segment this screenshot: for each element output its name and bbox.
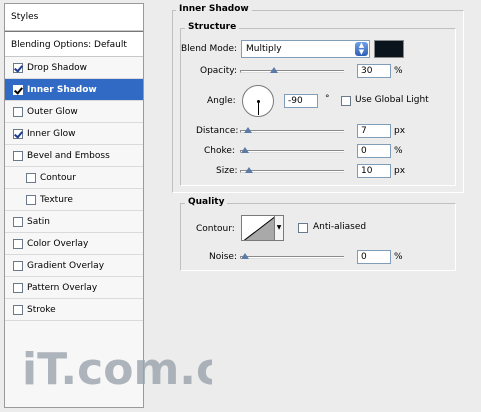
pattern-overlay-checkbox[interactable]	[13, 282, 23, 293]
watermark-text: iT.com.cn	[22, 344, 212, 395]
stroke-checkbox[interactable]	[13, 304, 23, 315]
style-item-bevel-and-emboss[interactable]: Bevel and Emboss	[5, 145, 143, 167]
contour-label: Contour:	[196, 224, 235, 234]
use-global-light-checkbox[interactable]	[341, 96, 351, 106]
outer-glow-checkbox[interactable]	[13, 106, 23, 117]
gradient-overlay-checkbox[interactable]	[13, 260, 23, 271]
blend-mode-select[interactable]: Multiply ▲ ▼	[241, 40, 370, 58]
opacity-slider[interactable]	[240, 67, 344, 73]
distance-input[interactable]: 7	[357, 124, 391, 138]
blend-mode-value: Multiply	[246, 44, 282, 54]
size-unit: px	[394, 166, 406, 176]
style-item-inner-glow[interactable]: Inner Glow	[5, 123, 143, 145]
shadow-color-swatch[interactable]	[374, 40, 404, 58]
watermark-logo-graphic: iT.com.cn	[22, 344, 253, 395]
size-input[interactable]: 10	[357, 164, 391, 178]
size-slider[interactable]	[240, 167, 344, 173]
drop-shadow-checkbox[interactable]	[13, 62, 23, 73]
inner-glow-checkbox[interactable]	[13, 128, 23, 139]
texture-checkbox[interactable]	[26, 194, 36, 205]
contour-checkbox[interactable]	[26, 172, 36, 183]
choke-slider-thumb[interactable]	[241, 147, 249, 153]
color-overlay-checkbox[interactable]	[13, 238, 23, 249]
angle-unit: °	[325, 94, 330, 104]
noise-unit: %	[394, 252, 403, 262]
styles-header-label: Styles	[11, 12, 39, 22]
style-item-label: Bevel and Emboss	[27, 150, 110, 161]
style-item-texture[interactable]: Texture	[5, 189, 143, 211]
style-item-drop-shadow[interactable]: Drop Shadow	[5, 57, 143, 79]
blend-mode-label: Blend Mode:	[181, 44, 238, 54]
style-item-stroke[interactable]: Stroke	[5, 299, 143, 321]
choke-unit: %	[394, 146, 403, 156]
anti-aliased-label: Anti-aliased	[313, 222, 367, 232]
style-item-label: Pattern Overlay	[27, 282, 98, 293]
style-item-color-overlay[interactable]: Color Overlay	[5, 233, 143, 255]
contour-dropdown-button[interactable]: ▼	[274, 215, 284, 241]
noise-input[interactable]: 0	[357, 250, 391, 264]
size-slider-thumb[interactable]	[245, 167, 253, 173]
angle-needle	[258, 101, 259, 115]
distance-slider-thumb[interactable]	[244, 127, 252, 133]
style-item-label: Satin	[27, 216, 50, 227]
size-label: Size:	[216, 166, 238, 176]
style-item-outer-glow[interactable]: Outer Glow	[5, 101, 143, 123]
anti-aliased-checkbox[interactable]	[298, 223, 308, 233]
quality-title: Quality	[185, 197, 228, 207]
styles-header[interactable]: Styles	[5, 4, 143, 31]
style-item-label: Stroke	[27, 304, 56, 315]
distance-label: Distance:	[196, 126, 239, 136]
style-item-contour[interactable]: Contour	[5, 167, 143, 189]
bevel-and-emboss-checkbox[interactable]	[13, 150, 23, 161]
style-item-label: Drop Shadow	[27, 62, 88, 73]
inner-shadow-checkbox[interactable]	[13, 84, 23, 95]
choke-label: Choke:	[204, 146, 235, 156]
structure-title: Structure	[185, 22, 240, 32]
angle-label: Angle:	[207, 96, 236, 106]
angle-input[interactable]: -90	[284, 94, 318, 108]
select-arrows-icon: ▲ ▼	[355, 42, 368, 56]
style-item-satin[interactable]: Satin	[5, 211, 143, 233]
watermark-logo: iT.com.cn	[22, 340, 253, 396]
style-item-label: Gradient Overlay	[27, 260, 105, 271]
style-item-label: Inner Shadow	[27, 84, 97, 95]
contour-preview[interactable]	[241, 215, 275, 241]
style-item-gradient-overlay[interactable]: Gradient Overlay	[5, 255, 143, 277]
style-item-label: Texture	[40, 194, 73, 205]
style-item-inner-shadow[interactable]: Inner Shadow	[5, 79, 143, 101]
style-item-label: Outer Glow	[27, 106, 78, 117]
style-item-label: Inner Glow	[27, 128, 76, 139]
blending-options-item[interactable]: Blending Options: Default	[5, 31, 143, 57]
contour-curve-icon	[243, 216, 274, 240]
inner-shadow-title: Inner Shadow	[176, 4, 252, 14]
distance-slider[interactable]	[240, 127, 344, 133]
noise-slider-thumb[interactable]	[241, 253, 249, 259]
distance-unit: px	[394, 126, 406, 136]
use-global-light-label: Use Global Light	[355, 95, 429, 105]
opacity-unit: %	[394, 66, 403, 76]
style-item-pattern-overlay[interactable]: Pattern Overlay	[5, 277, 143, 299]
satin-checkbox[interactable]	[13, 216, 23, 227]
opacity-label: Opacity:	[200, 66, 237, 76]
style-item-label: Contour	[40, 172, 76, 183]
blending-options-label: Blending Options: Default	[11, 40, 127, 50]
angle-center	[257, 100, 260, 103]
noise-slider[interactable]	[240, 253, 344, 259]
angle-dial[interactable]	[242, 85, 274, 117]
choke-slider[interactable]	[240, 147, 344, 153]
noise-label: Noise:	[209, 252, 237, 262]
choke-input[interactable]: 0	[357, 144, 391, 158]
style-item-label: Color Overlay	[27, 238, 89, 249]
opacity-input[interactable]: 30	[357, 64, 391, 78]
opacity-slider-thumb[interactable]	[270, 67, 278, 73]
